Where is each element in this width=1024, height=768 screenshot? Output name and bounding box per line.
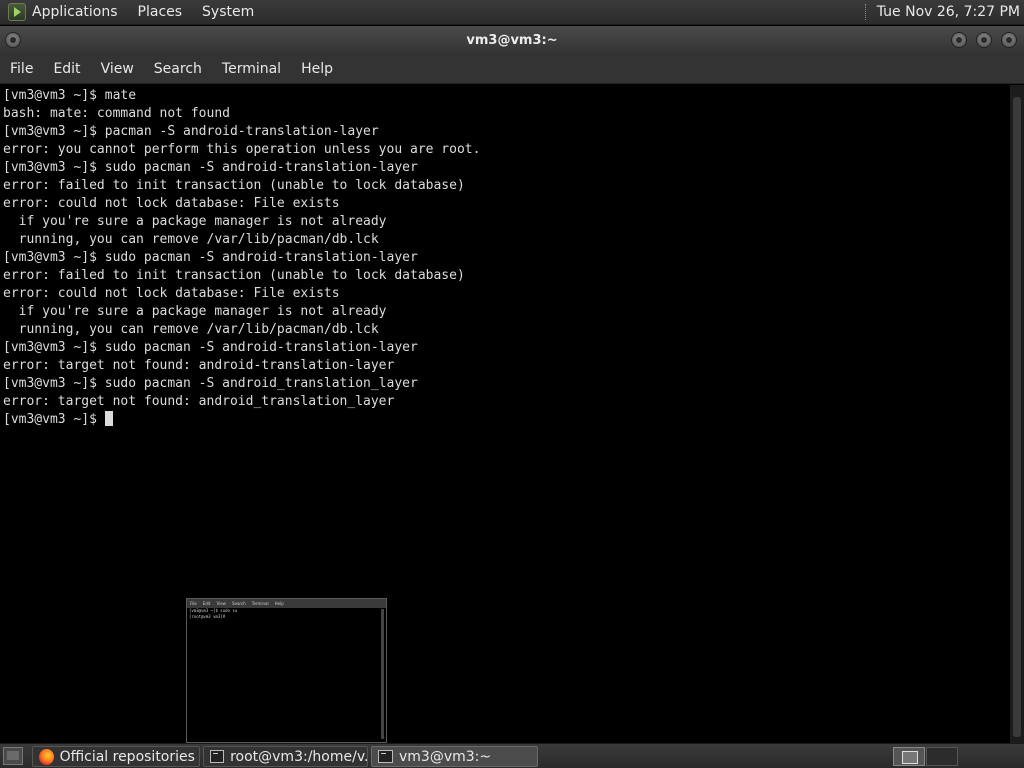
terminal-icon: [378, 750, 393, 763]
panel-separator: [864, 4, 869, 20]
terminal-line: running, you can remove /var/lib/pacman/…: [3, 232, 379, 247]
window-titlebar[interactable]: vm3@vm3:~: [0, 26, 1024, 54]
task-firefox[interactable]: Official repositories ...: [32, 746, 200, 767]
terminal-output[interactable]: [vm3@vm3 ~]$ mate bash: mate: command no…: [0, 85, 1010, 743]
system-menu[interactable]: System: [202, 4, 254, 20]
thumbnail-menu-item: View: [216, 601, 226, 606]
terminal-menubar: File Edit View Search Terminal Help: [0, 54, 1024, 84]
thumbnail-line: [root@vm3 vm3]#: [189, 614, 228, 619]
terminal-line: error: could not lock database: File exi…: [3, 196, 340, 211]
terminal-line: error: failed to init transaction (unabl…: [3, 178, 465, 193]
terminal-line: [vm3@vm3 ~]$ sudo pacman -S android-tran…: [3, 250, 418, 265]
menu-search[interactable]: Search: [144, 61, 212, 77]
terminal-line: if you're sure a package manager is not …: [3, 214, 387, 229]
task-label: vm3@vm3:~: [399, 748, 492, 765]
terminal-line: error: target not found: android-transla…: [3, 358, 395, 373]
thumbnail-menu-item: Help: [274, 601, 284, 606]
terminal-line: running, you can remove /var/lib/pacman/…: [3, 322, 379, 337]
menu-terminal[interactable]: Terminal: [212, 61, 291, 77]
workspace-1[interactable]: [893, 747, 925, 766]
menu-file[interactable]: File: [0, 61, 43, 77]
thumbnail-menubar: File Edit View Search Terminal Help: [187, 599, 386, 608]
thumbnail-scrollbar: [381, 609, 384, 739]
terminal-line: [vm3@vm3 ~]$ mate: [3, 88, 137, 103]
terminal-cursor: [104, 411, 113, 426]
thumbnail-menu-item: Terminal: [251, 601, 269, 606]
terminal-scrollbar[interactable]: [1010, 85, 1024, 743]
clock[interactable]: Tue Nov 26, 7:27 PM: [877, 4, 1020, 20]
applications-menu[interactable]: Applications: [32, 4, 118, 20]
window-preview-thumbnail[interactable]: File Edit View Search Terminal Help [vm3…: [186, 598, 387, 743]
places-menu[interactable]: Places: [138, 4, 183, 20]
terminal-line: [vm3@vm3 ~]$ sudo pacman -S android-tran…: [3, 160, 418, 175]
thumbnail-menu-item: File: [190, 601, 197, 606]
task-vm3-terminal[interactable]: vm3@vm3:~: [371, 746, 538, 767]
task-label: Official repositories ...: [59, 748, 199, 765]
terminal-line: if you're sure a package manager is not …: [3, 304, 387, 319]
terminal-line: error: could not lock database: File exi…: [3, 286, 340, 301]
maximize-button[interactable]: [976, 32, 992, 48]
terminal-line: error: failed to init transaction (unabl…: [3, 268, 465, 283]
applications-icon[interactable]: [8, 3, 26, 21]
terminal-prompt-line[interactable]: [vm3@vm3 ~]$: [3, 411, 1007, 429]
terminal-line: error: you cannot perform this operation…: [3, 142, 481, 157]
menu-edit[interactable]: Edit: [43, 61, 90, 77]
workspace-2[interactable]: [926, 747, 958, 766]
scrollbar-thumb[interactable]: [1013, 97, 1021, 737]
thumbnail-menu-item: Edit: [202, 601, 211, 606]
terminal-line: error: target not found: android_transla…: [3, 394, 395, 409]
terminal-prompt: [vm3@vm3 ~]$: [3, 412, 105, 427]
terminal-line: [vm3@vm3 ~]$ sudo pacman -S android-tran…: [3, 340, 418, 355]
terminal-line: [vm3@vm3 ~]$ sudo pacman -S android_tran…: [3, 376, 418, 391]
minimize-button[interactable]: [951, 32, 967, 48]
terminal-line: [vm3@vm3 ~]$ pacman -S android-translati…: [3, 124, 379, 139]
menu-view[interactable]: View: [91, 61, 144, 77]
thumbnail-menu-item: Search: [231, 601, 246, 606]
close-button[interactable]: [1001, 32, 1017, 48]
bottom-taskbar: Official repositories ... root@vm3:/home…: [0, 743, 1024, 768]
terminal-line: bash: mate: command not found: [3, 106, 230, 121]
window-menu-button[interactable]: [5, 32, 21, 48]
task-root-terminal[interactable]: root@vm3:/home/v...: [203, 746, 368, 767]
window-title: vm3@vm3:~: [466, 32, 558, 48]
show-desktop-icon[interactable]: [3, 747, 23, 765]
firefox-icon: [39, 748, 54, 765]
panel-right-area: Tue Nov 26, 7:27 PM: [864, 4, 1020, 20]
terminal-icon: [210, 750, 225, 763]
menu-help[interactable]: Help: [291, 61, 343, 77]
top-panel: Applications Places System Tue Nov 26, 7…: [0, 0, 1024, 25]
task-label: root@vm3:/home/v...: [230, 748, 367, 765]
